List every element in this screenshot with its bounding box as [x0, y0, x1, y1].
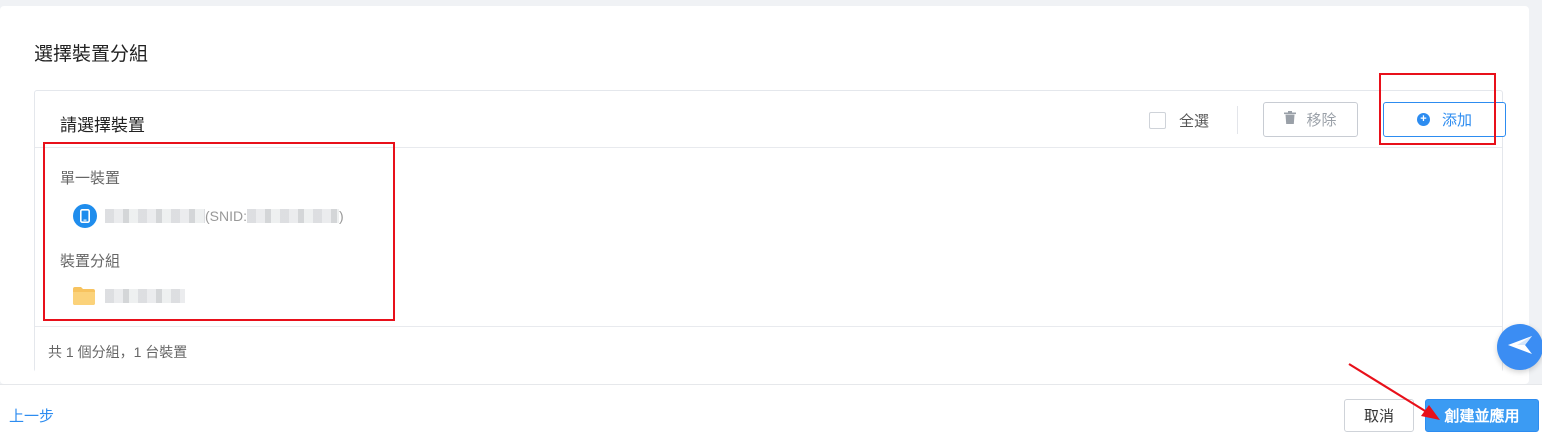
- remove-button[interactable]: 移除: [1263, 102, 1358, 137]
- plus-circle-icon: +: [1416, 113, 1430, 126]
- checkbox-box[interactable]: [1149, 112, 1166, 129]
- tablet-icon: [73, 204, 97, 228]
- content-card: 選擇裝置分組 請選擇裝置 全選 移除 + 添加 單一裝置 (SNID:) 裝置…: [0, 6, 1529, 384]
- bottom-action-bar: 上一步 取消 創建並應用: [0, 384, 1542, 442]
- floating-send-button[interactable]: [1497, 324, 1542, 370]
- add-button[interactable]: + 添加: [1383, 102, 1506, 137]
- header-divider: [1237, 106, 1238, 134]
- panel-header: 請選擇裝置 全選 移除 + 添加: [35, 91, 1506, 148]
- device-text: (SNID: ): [105, 208, 344, 224]
- previous-step-link[interactable]: 上一步: [9, 405, 54, 426]
- single-device-label: 單一裝置: [60, 170, 121, 187]
- remove-label: 移除: [1306, 112, 1337, 129]
- panel-title: 請選擇裝置: [60, 116, 145, 135]
- snid-prefix: (SNID:: [205, 208, 247, 224]
- redacted-device-name: [105, 209, 205, 223]
- create-and-apply-button[interactable]: 創建並應用: [1425, 399, 1539, 432]
- panel-footer: 共 1 個分組，1 台裝置: [35, 326, 1502, 372]
- selection-summary: 共 1 個分組，1 台裝置: [48, 344, 188, 360]
- add-label: 添加: [1441, 112, 1472, 129]
- group-list-item[interactable]: [73, 285, 185, 307]
- redacted-group-name: [105, 289, 185, 303]
- cancel-button[interactable]: 取消: [1344, 399, 1414, 432]
- device-list-item[interactable]: (SNID: ): [73, 204, 344, 228]
- select-all-checkbox[interactable]: 全選: [1149, 110, 1209, 131]
- device-group-label: 裝置分組: [60, 253, 121, 270]
- select-all-label: 全選: [1179, 113, 1210, 130]
- folder-icon: [73, 287, 95, 305]
- section-title: 選擇裝置分組: [34, 44, 149, 65]
- redacted-snid: [247, 209, 339, 223]
- device-selection-panel: 請選擇裝置 全選 移除 + 添加 單一裝置 (SNID:) 裝置分組 共 1 …: [34, 90, 1506, 372]
- snid-suffix: ): [339, 208, 344, 224]
- trash-icon: [1284, 111, 1297, 128]
- paper-plane-icon: [1507, 335, 1533, 360]
